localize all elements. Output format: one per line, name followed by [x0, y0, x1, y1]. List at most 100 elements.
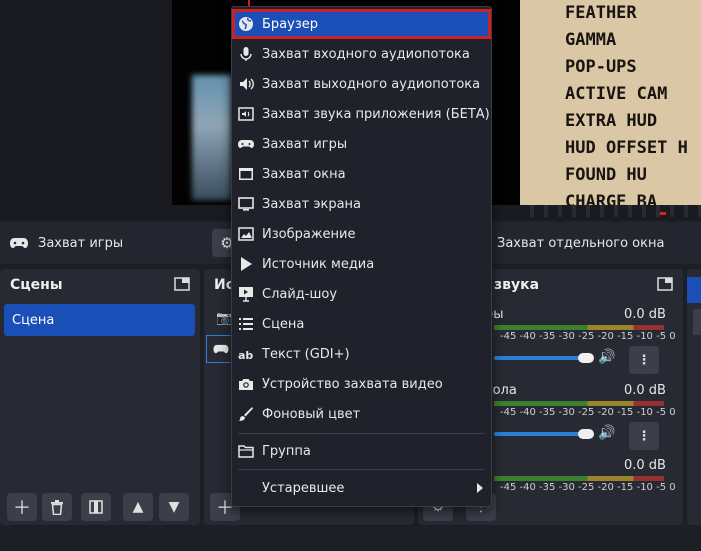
menu-item-globe[interactable]: Браузер	[232, 9, 491, 39]
menu-item-camera[interactable]: Устройство захвата видео	[232, 369, 491, 399]
menu-item-label: Фоновый цвет	[262, 406, 361, 422]
paper-line: EXTRA HUD	[565, 111, 658, 131]
menu-item-image[interactable]: Изображение	[232, 219, 491, 249]
add-scene-button[interactable]: ＋	[7, 493, 37, 521]
trash-icon	[51, 499, 63, 515]
plus-icon: ＋	[13, 498, 31, 519]
play-icon	[238, 256, 254, 272]
meter-ticks: -45 -40 -35 -30 -25 -20 -15 -10 -5 0	[500, 407, 676, 418]
folder-icon	[238, 443, 254, 459]
paper-edge	[520, 205, 701, 217]
move-scene-down-button[interactable]: ▼	[159, 493, 189, 521]
kebab-icon: ⋮	[637, 428, 651, 444]
paper-note-text: FEATHER GAMMA POP-UPS ACTIVE CAM EXTRA HUD HU…	[565, 0, 701, 216]
menu-item-label: Текст (GDI+)	[262, 346, 350, 362]
window-capture-label: Захват отдельного окна	[497, 235, 665, 251]
partial-dock	[687, 269, 701, 525]
menu-item-label: Изображение	[262, 226, 356, 242]
menu-item-group[interactable]: Группа	[232, 436, 491, 466]
menu-item-label: Устаревшее	[262, 480, 345, 496]
menu-item-window[interactable]: Захват окна	[232, 159, 491, 189]
menu-item-label: Источник медиа	[262, 256, 375, 272]
scenes-dock: Сцены Сцена ＋ ▲ ▼	[0, 269, 200, 525]
channel-db: 0.0 dB	[624, 458, 666, 473]
red-marker	[660, 212, 666, 215]
channel-menu-button[interactable]: ⋮	[629, 346, 659, 374]
menu-item-play[interactable]: Источник медиа	[232, 249, 491, 279]
meter-ticks: -45 -40 -35 -30 -25 -20 -15 -10 -5 0	[500, 331, 676, 342]
menu-item-brush[interactable]: Фоновый цвет	[232, 399, 491, 429]
gamepad-icon	[213, 344, 229, 354]
menu-item-label: Захват звука приложения (БЕТА)	[262, 106, 490, 122]
scene-item-label: Сцена	[12, 312, 55, 328]
volume-slider-knob[interactable]	[578, 429, 594, 439]
menu-item-label: Захват выходного аудиопотока	[262, 76, 481, 92]
monitor-icon	[238, 196, 254, 212]
paper-line: FEATHER	[565, 3, 637, 23]
window-capture-option[interactable]: Захват отдельного окна	[497, 222, 664, 264]
menu-item-label: Группа	[262, 443, 311, 459]
list-icon	[238, 316, 254, 332]
scenes-title: Сцены	[10, 277, 63, 293]
scene-filters-button[interactable]	[81, 493, 111, 521]
camera-icon: 📷	[216, 311, 233, 326]
menu-item-app-audio[interactable]: Захват звука приложения (БЕТА)	[232, 99, 491, 129]
menu-item-gamepad[interactable]: Захват игры	[232, 129, 491, 159]
menu-item-speaker[interactable]: Захват выходного аудиопотока	[232, 69, 491, 99]
menu-item-label: Браузер	[262, 16, 318, 32]
current-source[interactable]: Захват игры	[10, 222, 123, 264]
image-icon	[238, 226, 254, 242]
speaker-icon[interactable]: 🔊	[598, 349, 615, 365]
speaker-icon[interactable]: 🔊	[598, 425, 615, 441]
window-icon	[238, 166, 254, 182]
channel-db: 0.0 dB	[624, 383, 666, 398]
chevron-up-icon: ▲	[132, 499, 144, 515]
menu-item-list[interactable]: Сцена	[232, 309, 491, 339]
menu-item-slideshow[interactable]: Слайд-шоу	[232, 279, 491, 309]
volume-meter	[494, 401, 664, 406]
menu-item-text[interactable]: ab Текст (GDI+)	[232, 339, 491, 369]
scene-item[interactable]: Сцена	[4, 304, 195, 336]
gamepad-icon	[238, 136, 254, 152]
microphone-icon	[238, 46, 254, 62]
paper-line: POP-UPS	[565, 57, 637, 77]
remove-scene-button[interactable]	[42, 493, 72, 521]
brush-icon	[238, 406, 254, 422]
speaker-icon	[238, 76, 254, 92]
paper-line: ACTIVE CAM	[565, 84, 668, 104]
menu-item-label: Захват входного аудиопотока	[262, 46, 470, 62]
channel-menu-button[interactable]: ⋮	[629, 422, 659, 450]
volume-slider-knob[interactable]	[578, 353, 594, 363]
paper-line: HUD OFFSET H	[565, 138, 688, 158]
volume-meter	[494, 476, 664, 481]
float-dock-icon[interactable]	[174, 277, 190, 291]
volume-slider[interactable]	[494, 356, 586, 360]
menu-item-microphone[interactable]: Захват входного аудиопотока	[232, 39, 491, 69]
text-icon: ab	[238, 346, 254, 362]
mixer-title: звука	[494, 277, 540, 293]
menu-item-monitor[interactable]: Захват экрана	[232, 189, 491, 219]
float-dock-icon[interactable]	[657, 277, 673, 291]
gamepad-icon	[10, 238, 28, 248]
camera-icon	[238, 376, 254, 392]
channel-db: 0.0 dB	[624, 307, 666, 322]
menu-item-label: Захват игры	[262, 136, 348, 152]
menu-item-deprecated[interactable]: Устаревшее	[232, 473, 491, 503]
chevron-down-icon: ▼	[168, 499, 180, 515]
paper-line: GAMMA	[565, 30, 617, 50]
paper-line: FOUND HU	[565, 165, 647, 185]
kebab-icon: ⋮	[637, 352, 651, 368]
menu-item-label: Сцена	[262, 316, 305, 332]
svg-text:ab: ab	[238, 349, 253, 362]
menu-item-label: Устройство захвата видео	[262, 376, 443, 392]
current-source-label: Захват игры	[38, 235, 124, 251]
partial-dock-tab	[687, 277, 701, 303]
slideshow-icon	[238, 286, 254, 302]
volume-slider[interactable]	[494, 432, 586, 436]
add-source-context-menu: Браузер Захват входного аудиопотока Захват…	[231, 6, 492, 507]
globe-icon	[238, 16, 254, 32]
partial-dock-button[interactable]	[693, 309, 701, 335]
meter-ticks: -45 -40 -35 -30 -25 -20 -15 -10 -5 0	[500, 482, 676, 493]
move-scene-up-button[interactable]: ▲	[123, 493, 153, 521]
